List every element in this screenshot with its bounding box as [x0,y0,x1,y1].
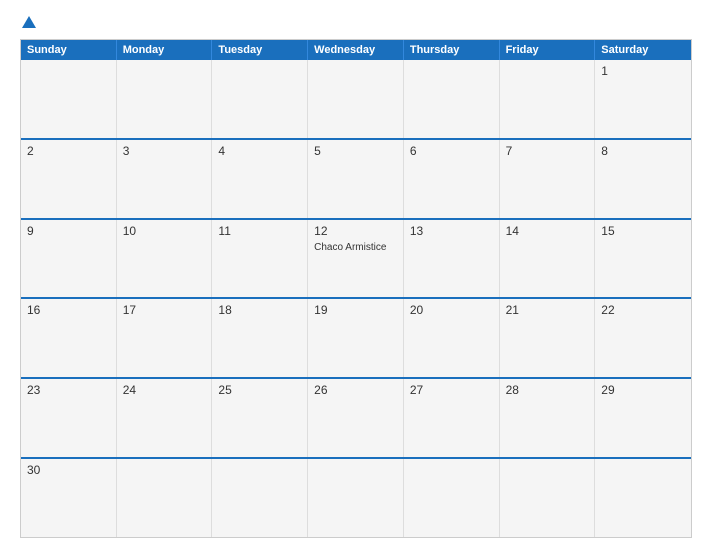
calendar-cell [404,60,500,138]
calendar-cell [21,60,117,138]
day-number: 9 [27,224,110,238]
day-number: 26 [314,383,397,397]
day-number: 25 [218,383,301,397]
day-number: 20 [410,303,493,317]
day-number: 7 [506,144,589,158]
calendar-cell: 25 [212,379,308,457]
day-number: 16 [27,303,110,317]
logo-general-line [20,16,36,29]
day-number: 29 [601,383,685,397]
calendar-cell: 11 [212,220,308,298]
calendar-cell: 23 [21,379,117,457]
calendar-cell: 1 [595,60,691,138]
calendar-cell [595,459,691,537]
logo-triangle-icon [22,16,36,28]
calendar-cell: 2 [21,140,117,218]
calendar-cell: 5 [308,140,404,218]
calendar-cell: 15 [595,220,691,298]
day-number: 1 [601,64,685,78]
day-number: 3 [123,144,206,158]
day-number: 28 [506,383,589,397]
calendar-cell: 26 [308,379,404,457]
day-number: 15 [601,224,685,238]
calendar-cell: 30 [21,459,117,537]
calendar-week-1: 1 [21,60,691,138]
calendar-cell [500,459,596,537]
header [20,16,692,29]
day-number: 23 [27,383,110,397]
calendar-cell: 8 [595,140,691,218]
calendar-cell: 19 [308,299,404,377]
calendar-cell: 29 [595,379,691,457]
calendar-week-6: 30 [21,457,691,537]
page: SundayMondayTuesdayWednesdayThursdayFrid… [0,0,712,550]
calendar-cell: 24 [117,379,213,457]
calendar-header-tuesday: Tuesday [212,40,308,60]
day-number: 2 [27,144,110,158]
day-number: 10 [123,224,206,238]
day-number: 17 [123,303,206,317]
calendar-cell: 21 [500,299,596,377]
calendar-week-2: 2345678 [21,138,691,218]
calendar-cell: 3 [117,140,213,218]
day-number: 18 [218,303,301,317]
calendar-body: 123456789101112Chaco Armistice1314151617… [21,60,691,537]
calendar-cell: 6 [404,140,500,218]
calendar-cell: 17 [117,299,213,377]
day-number: 5 [314,144,397,158]
day-number: 13 [410,224,493,238]
calendar-cell [117,459,213,537]
day-number: 4 [218,144,301,158]
calendar-cell: 9 [21,220,117,298]
calendar-header-friday: Friday [500,40,596,60]
day-number: 22 [601,303,685,317]
calendar-cell: 27 [404,379,500,457]
day-number: 24 [123,383,206,397]
calendar-week-3: 9 10 11 12 Chaco Armistice 13 14 15 [21,218,691,298]
calendar: SundayMondayTuesdayWednesdayThursdayFrid… [20,39,692,538]
day-event: Chaco Armistice [314,242,397,253]
calendar-cell: 16 [21,299,117,377]
day-number: 12 [314,224,397,238]
calendar-header-thursday: Thursday [404,40,500,60]
calendar-cell [212,459,308,537]
calendar-header-sunday: Sunday [21,40,117,60]
calendar-cell [404,459,500,537]
calendar-header-monday: Monday [117,40,213,60]
calendar-cell [308,60,404,138]
calendar-cell: 4 [212,140,308,218]
calendar-cell [308,459,404,537]
day-number: 21 [506,303,589,317]
calendar-cell: 7 [500,140,596,218]
calendar-cell: 13 [404,220,500,298]
day-number: 6 [410,144,493,158]
calendar-cell: 14 [500,220,596,298]
calendar-cell: 18 [212,299,308,377]
calendar-cell: 22 [595,299,691,377]
calendar-week-4: 16 17 18 19 20 21 22 [21,297,691,377]
calendar-header-saturday: Saturday [595,40,691,60]
calendar-header-wednesday: Wednesday [308,40,404,60]
calendar-cell: 28 [500,379,596,457]
day-number: 11 [218,224,301,238]
calendar-cell: 10 [117,220,213,298]
calendar-header-row: SundayMondayTuesdayWednesdayThursdayFrid… [21,40,691,60]
calendar-cell: 12 Chaco Armistice [308,220,404,298]
calendar-week-5: 23 24 25 26 27 28 29 [21,377,691,457]
day-number: 27 [410,383,493,397]
calendar-cell [117,60,213,138]
day-number: 19 [314,303,397,317]
day-number: 14 [506,224,589,238]
calendar-cell [212,60,308,138]
logo [20,16,36,29]
day-number: 30 [27,463,110,477]
calendar-cell [500,60,596,138]
day-number: 8 [601,144,685,158]
calendar-cell: 20 [404,299,500,377]
